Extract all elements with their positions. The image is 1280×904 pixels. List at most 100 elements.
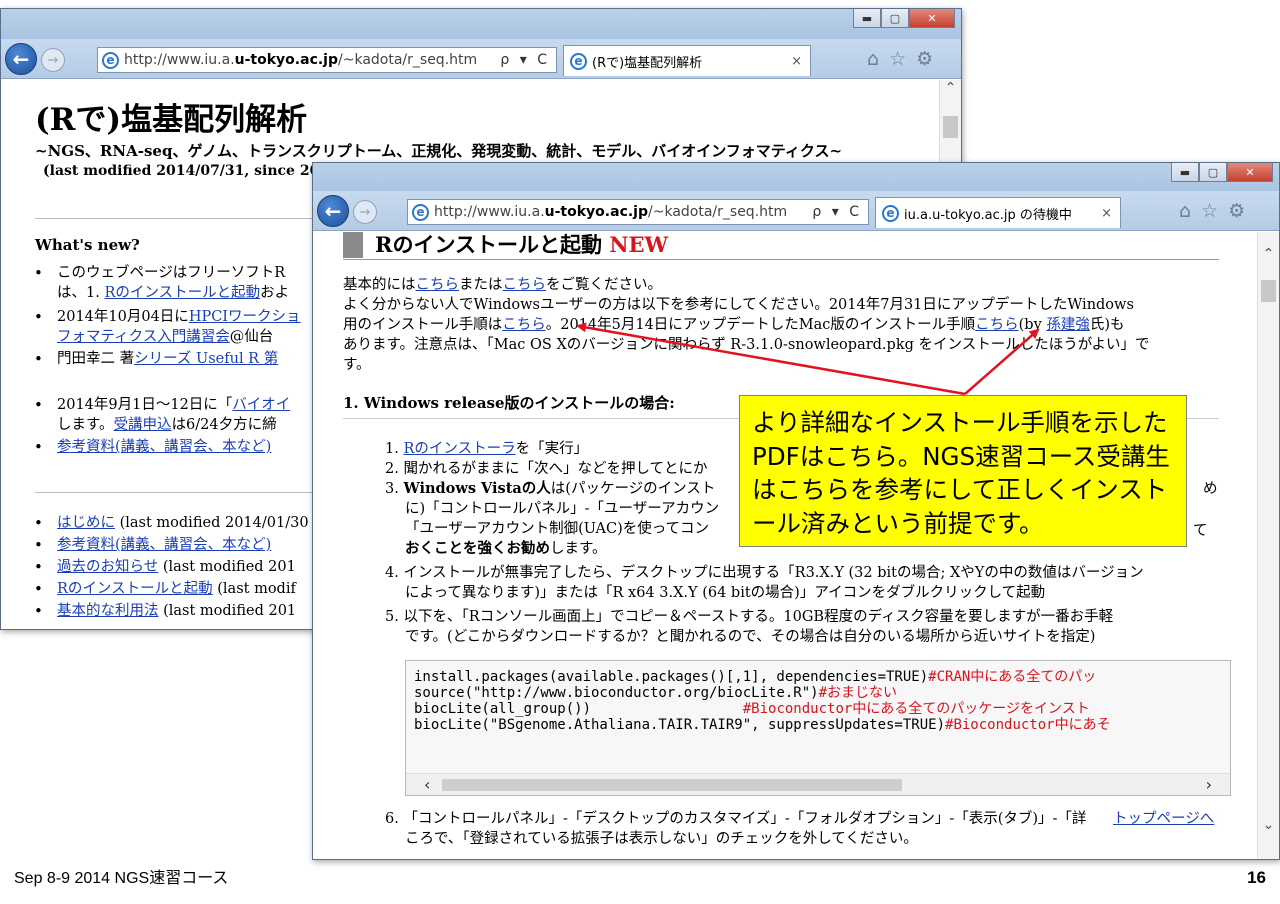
news-link[interactable]: 参考資料(講義、講習会、本など) [57, 439, 271, 455]
slide-page-number: 16 [1247, 868, 1266, 887]
news-item: このウェブページはフリーソフトR [57, 265, 286, 281]
news-link[interactable]: Rのインストールと起動 [104, 285, 260, 301]
bullet: • [34, 350, 43, 368]
tab-close-icon[interactable]: × [791, 54, 810, 69]
address-prefix: http://www.iu.a. [124, 52, 235, 68]
close-button[interactable]: ✕ [909, 9, 955, 28]
news-link[interactable]: シリーズ Useful R 第 [134, 351, 278, 367]
bullet: • [34, 558, 43, 576]
title-bar[interactable]: ▬ ▢ ✕ [313, 163, 1279, 193]
scroll-thumb[interactable] [1261, 280, 1276, 302]
step-item: によって異なります)」または「R x64 3.X.Y (64 bitの場合)」ア… [405, 585, 1046, 601]
maximize-button[interactable]: ▢ [1199, 163, 1227, 182]
scroll-up-icon[interactable]: ⌃ [940, 80, 961, 100]
browser-tab[interactable]: e (Rで)塩基配列解析 × [563, 45, 811, 76]
title-bar[interactable]: ▬ ▢ ✕ [1, 9, 961, 39]
news-link[interactable]: 受講申込 [114, 417, 172, 433]
news-item: フォマティクス入門講習会@仙台 [57, 329, 274, 345]
news-item: は、1. Rのインストールと起動およ [57, 285, 290, 301]
code-line: source("http://www.bioconductor.org/bioc… [414, 685, 898, 701]
link-here-1[interactable]: こちら [416, 277, 460, 293]
tab-label: iu.a.u-tokyo.ac.jp の待機中 [904, 207, 1072, 223]
bullet: • [34, 580, 43, 598]
address-path: /~kadota/r_seq.htm [338, 52, 478, 68]
sub-heading: 1. Windows release版のインストールの場合: [343, 394, 675, 412]
news-item: 参考資料(講義、講習会、本など) [57, 438, 271, 456]
top-page-link[interactable]: トップページへ [1113, 810, 1215, 828]
scroll-up-icon[interactable]: ⌃ [1258, 246, 1279, 266]
windows-install-link[interactable]: こちら [502, 317, 546, 333]
minimize-button[interactable]: ▬ [1171, 163, 1199, 182]
author-link[interactable]: 孫建強 [1046, 317, 1090, 333]
forward-button[interactable]: → [41, 48, 65, 72]
home-icon[interactable]: ⌂ [867, 48, 879, 70]
intro-line: あります。注意点は、「Mac OS Xのバージョンに関わらず R-3.1.0-s… [343, 337, 1150, 353]
favorites-star-icon[interactable]: ☆ [889, 48, 906, 70]
scroll-thumb[interactable] [442, 779, 902, 791]
intro-line: 用のインストール手順はこちら。2014年5月14日にアップデートしたMac版のイ… [343, 317, 1125, 333]
navigation-bar: ← → e http://www.iu.a. u-tokyo.ac.jp/~kad… [313, 191, 1279, 231]
toc-link[interactable]: 参考資料(講義、講習会、本など) [57, 537, 271, 553]
step-item: 2. 聞かれるがままに「次へ」などを押してとにか [385, 461, 708, 477]
ie-logo-icon: e [882, 204, 899, 222]
bullet: • [34, 514, 43, 532]
toc-item: Rのインストールと起動 (last modif [57, 581, 296, 597]
scroll-down-icon[interactable]: ⌄ [1258, 817, 1279, 837]
vertical-scrollbar[interactable]: ⌃ ⌄ [1257, 232, 1279, 859]
back-button[interactable]: ← [5, 43, 37, 75]
step-item: 6. 「コントロールパネル」-「デスクトップのカスタマイズ」-「フォルダオプショ… [385, 811, 1087, 827]
last-modified: (last modified 2014/07/31, since 20 [43, 163, 320, 179]
code-line: biocLite("BSgenome.Athaliana.TAIR.TAIR9"… [414, 717, 1111, 733]
toc-item: はじめに (last modified 2014/01/30 [57, 515, 309, 531]
step-item: ころで、「登録されている拡張子は表示しない」のチェックを外してください。 [405, 831, 918, 847]
section-title: Rのインストールと起動 NEW [375, 232, 669, 257]
mac-install-link[interactable]: こちら [975, 317, 1019, 333]
news-link[interactable]: バイオイ [232, 397, 290, 413]
settings-gear-icon[interactable]: ⚙ [1228, 200, 1245, 222]
home-icon[interactable]: ⌂ [1179, 200, 1191, 222]
search-refresh-icon[interactable]: ρ ▾ C [806, 204, 868, 220]
scroll-thumb[interactable] [943, 116, 958, 138]
news-item: 2014年10月04日にHPCIワークショ [57, 309, 301, 325]
tab-close-icon[interactable]: × [1101, 206, 1120, 221]
code-block[interactable]: install.packages(available.packages()[,1… [405, 660, 1231, 796]
toc-link[interactable]: 過去のお知らせ [57, 559, 158, 575]
navigation-bar: ← → e http://www.iu.a. u-tokyo.ac.jp/~kad… [1, 39, 961, 79]
step-tail: め [1203, 481, 1218, 497]
bullet: • [34, 438, 43, 456]
intro-line: よく分からない人でWindowsユーザーの方は以下を参考にしてください。2014… [343, 297, 1134, 313]
browser-tab[interactable]: e iu.a.u-tokyo.ac.jp の待機中 × [875, 197, 1121, 228]
address-bar[interactable]: e http://www.iu.a. u-tokyo.ac.jp/~kadota/… [97, 47, 557, 73]
slide-footer: Sep 8-9 2014 NGS速習コース [14, 870, 229, 887]
step-item: 1. Rのインストーラを「実行」 [385, 441, 589, 457]
toc-link[interactable]: 基本的な利用法 [57, 603, 159, 619]
intro-line: す。 [343, 357, 371, 373]
step-item: に)「コントロールパネル」-「ユーザーアカウン [405, 501, 720, 517]
back-button[interactable]: ← [317, 195, 349, 227]
toc-link[interactable]: Rのインストールと起動 [57, 581, 213, 597]
address-prefix: http://www.iu.a. [434, 204, 545, 220]
scroll-left-icon[interactable]: ‹ [424, 775, 430, 794]
address-path: /~kadota/r_seq.htm [648, 204, 788, 220]
news-link[interactable]: フォマティクス入門講習会 [57, 329, 230, 345]
step-item: 「ユーザーアカウント制御(UAC)を使ってコン [405, 521, 710, 537]
search-refresh-icon[interactable]: ρ ▾ C [494, 52, 556, 68]
minimize-button[interactable]: ▬ [853, 9, 881, 28]
step-item: です。(どこからダウンロードするか？と聞かれるので、その場合は自分のいる場所から… [405, 629, 1096, 645]
installer-link[interactable]: Rのインストーラ [403, 441, 515, 457]
address-bar[interactable]: e http://www.iu.a. u-tokyo.ac.jp/~kadota/… [407, 199, 869, 225]
forward-button[interactable]: → [353, 200, 377, 224]
toc-item: 参考資料(講義、講習会、本など) [57, 536, 271, 554]
step-item: おくことを強くお勧めします。 [405, 540, 607, 557]
news-link[interactable]: HPCIワークショ [189, 309, 301, 325]
close-button[interactable]: ✕ [1227, 163, 1273, 182]
address-domain: u-tokyo.ac.jp [544, 204, 649, 220]
favorites-star-icon[interactable]: ☆ [1201, 200, 1218, 222]
scroll-right-icon[interactable]: › [1206, 775, 1212, 794]
horizontal-scrollbar[interactable]: ‹ › [406, 773, 1230, 795]
toc-link[interactable]: はじめに [57, 515, 115, 531]
link-here-2[interactable]: こちら [503, 277, 547, 293]
maximize-button[interactable]: ▢ [881, 9, 909, 28]
settings-gear-icon[interactable]: ⚙ [916, 48, 933, 70]
intro-line: 基本的にはこちらまたはこちらをご覧ください。 [343, 277, 662, 293]
